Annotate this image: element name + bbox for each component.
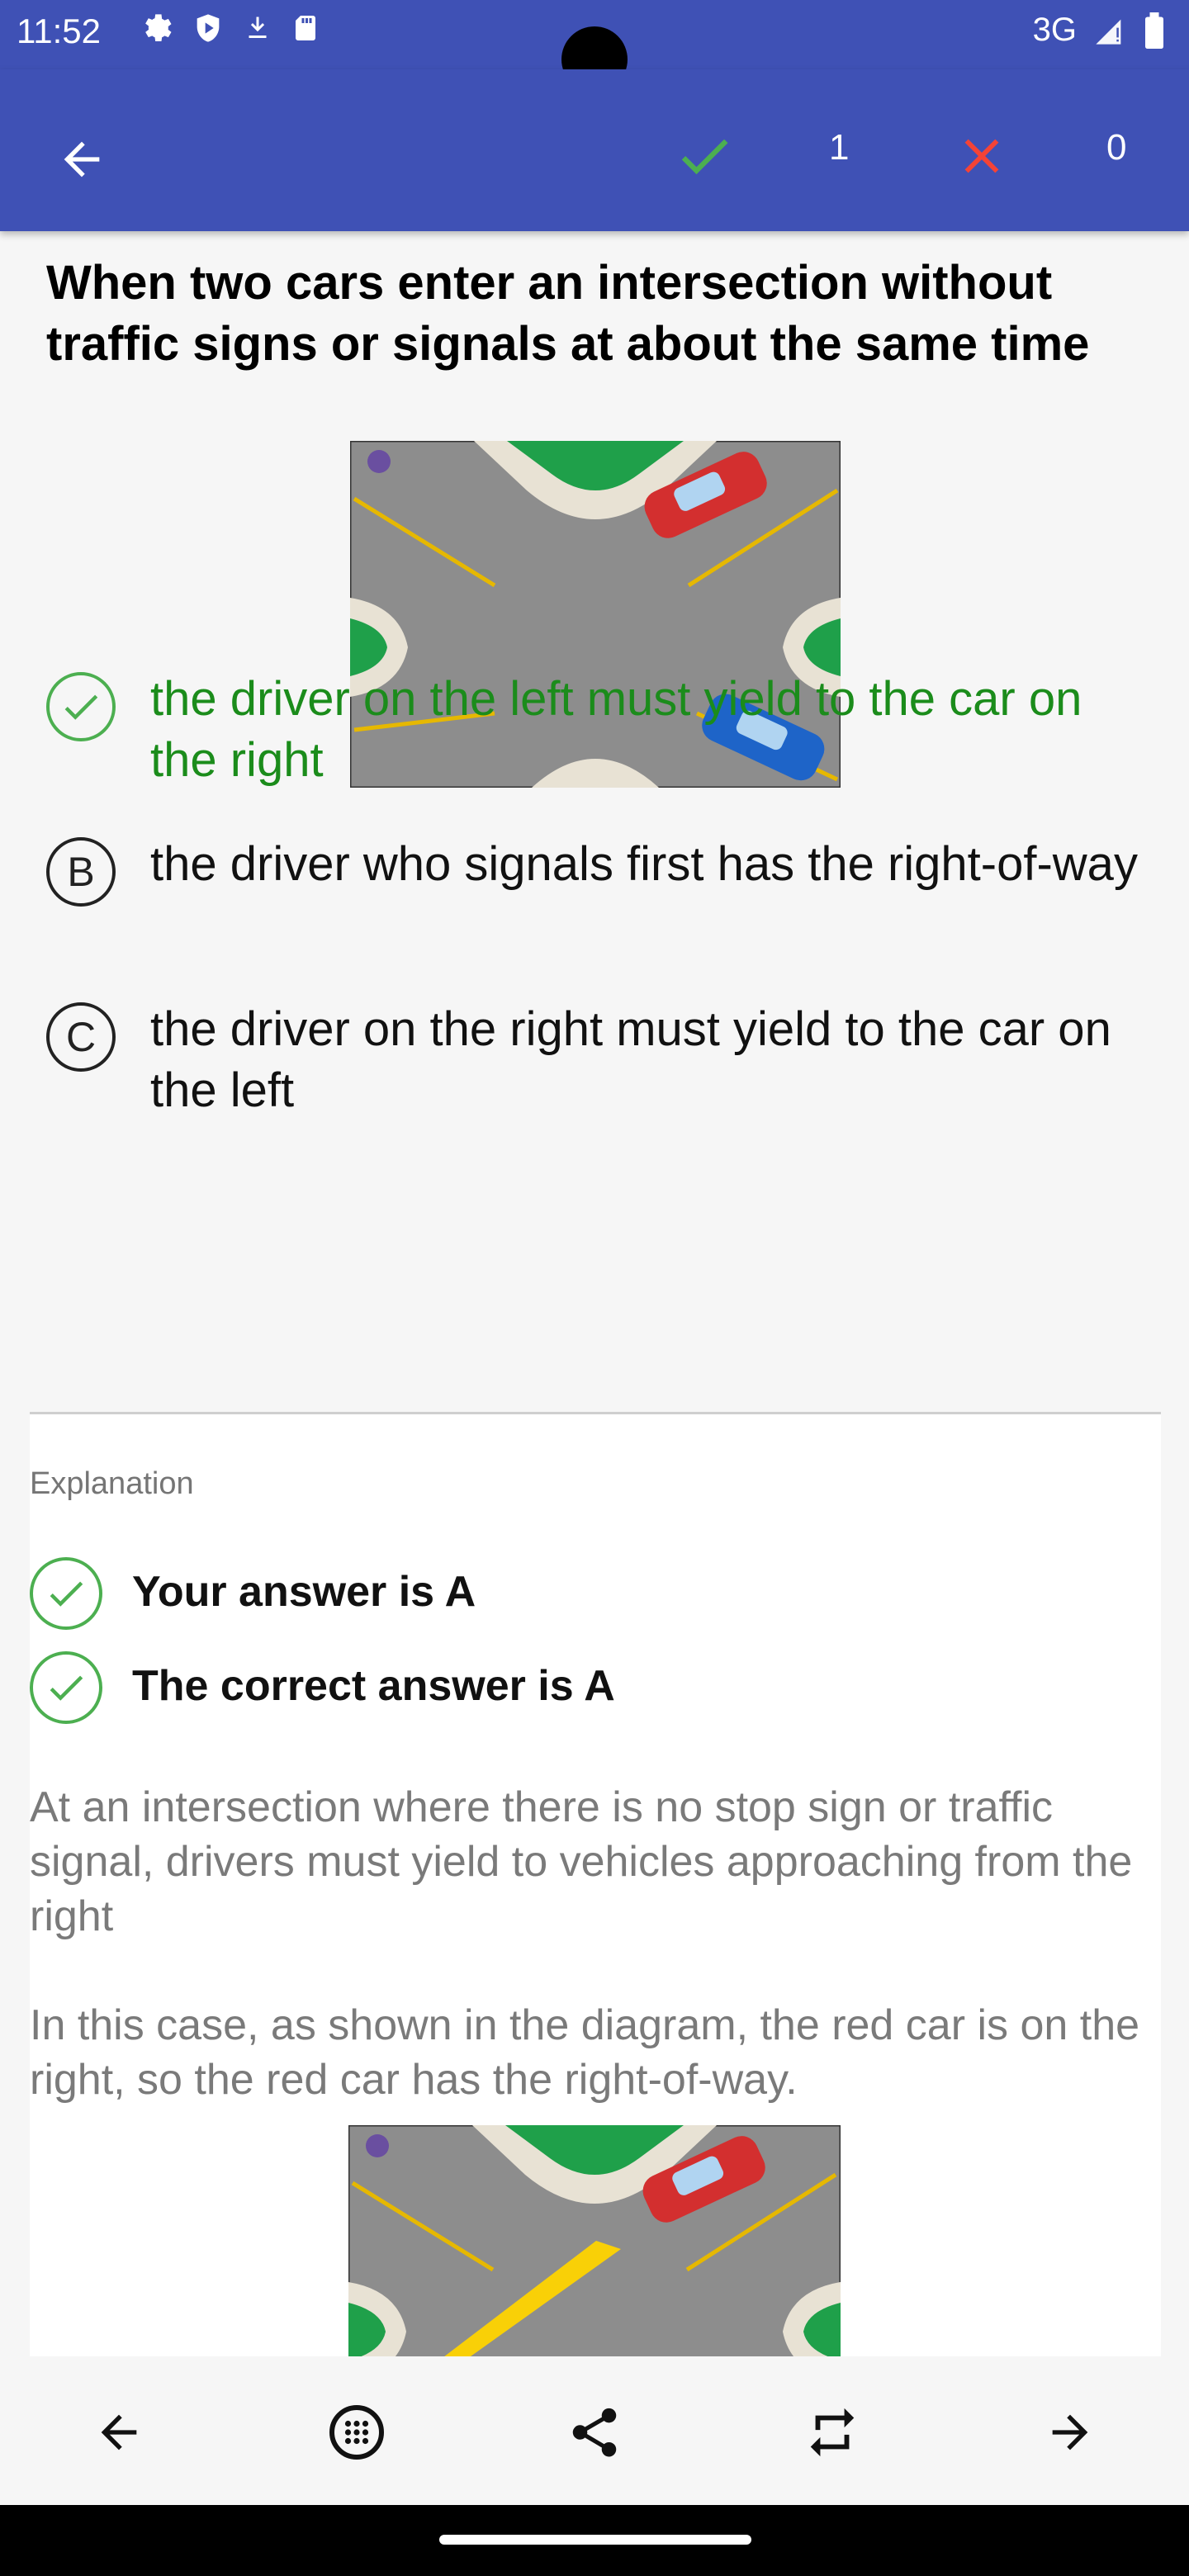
app-bar: 1 0 — [0, 69, 1189, 231]
answer-option-a[interactable]: the driver on the left must yield to the… — [46, 669, 1153, 791]
back-button[interactable] — [45, 122, 119, 197]
sd-card-icon — [296, 16, 315, 40]
next-button[interactable] — [1029, 2391, 1111, 2474]
answer-text-b: the driver who signals first has the rig… — [150, 837, 1138, 891]
question-text: When two cars enter an intersection with… — [46, 256, 1090, 371]
answer-option-b[interactable]: B the driver who signals first has the r… — [46, 834, 1153, 907]
correct-answer-text: The correct answer is A — [132, 1662, 615, 1710]
forward-arrow-icon — [1052, 2414, 1088, 2451]
check-icon — [50, 1581, 83, 1607]
back-arrow-icon — [64, 141, 100, 178]
shield-play-icon — [197, 14, 220, 42]
download-icon — [249, 17, 267, 38]
battery-icon — [1145, 12, 1163, 49]
correct-score-icon — [667, 119, 741, 193]
your-answer-row: Your answer is A — [30, 1554, 476, 1630]
repeat-icon — [810, 2408, 855, 2457]
explanation-paragraph-2: In this case, as shown in the diagram, t… — [30, 2001, 1140, 2104]
status-icons-left — [140, 12, 320, 45]
correct-answer-marker — [30, 1651, 102, 1724]
check-icon — [681, 139, 728, 175]
home-gesture-handle[interactable] — [439, 2535, 751, 2545]
signal-icon — [1096, 19, 1121, 45]
question-content: When two cars enter an intersection with… — [0, 231, 1189, 2356]
your-answer-marker — [30, 1557, 102, 1630]
answer-text-c: the driver on the right must yield to th… — [150, 1002, 1111, 1117]
correct-count: 1 — [829, 127, 850, 168]
wrong-count: 0 — [1106, 127, 1127, 168]
answer-marker-b: B — [46, 837, 116, 907]
answer-option-c[interactable]: C the driver on the right must yield to … — [46, 999, 1153, 1121]
back-arrow-icon — [101, 2414, 137, 2451]
your-answer-text: Your answer is A — [132, 1568, 476, 1616]
share-icon — [572, 2408, 617, 2457]
share-button[interactable] — [553, 2391, 636, 2474]
close-icon — [964, 139, 999, 173]
answer-text-a: the driver on the left must yield to the… — [150, 672, 1082, 787]
explanation-paragraph-1: At an intersection where there is no sto… — [30, 1783, 1133, 1940]
settings-icon — [145, 14, 172, 41]
grid-icon — [329, 2405, 384, 2460]
answer-marker-c: C — [46, 1002, 116, 1072]
explanation-image — [348, 2125, 841, 2356]
wrong-score-icon — [945, 119, 1019, 193]
bottom-toolbar — [0, 2358, 1189, 2505]
status-time: 11:52 — [17, 12, 101, 50]
check-icon — [64, 694, 98, 720]
explanation-title: Explanation — [30, 1466, 194, 1501]
question-grid-button[interactable] — [315, 2391, 398, 2474]
repeat-button[interactable] — [791, 2391, 874, 2474]
answer-marker-a — [46, 672, 116, 741]
correct-answer-row: The correct answer is A — [30, 1648, 615, 1724]
previous-button[interactable] — [78, 2391, 160, 2474]
network-type: 3G — [1032, 12, 1077, 48]
check-icon — [50, 1675, 83, 1701]
status-icons-right: 3G — [1033, 12, 1166, 49]
